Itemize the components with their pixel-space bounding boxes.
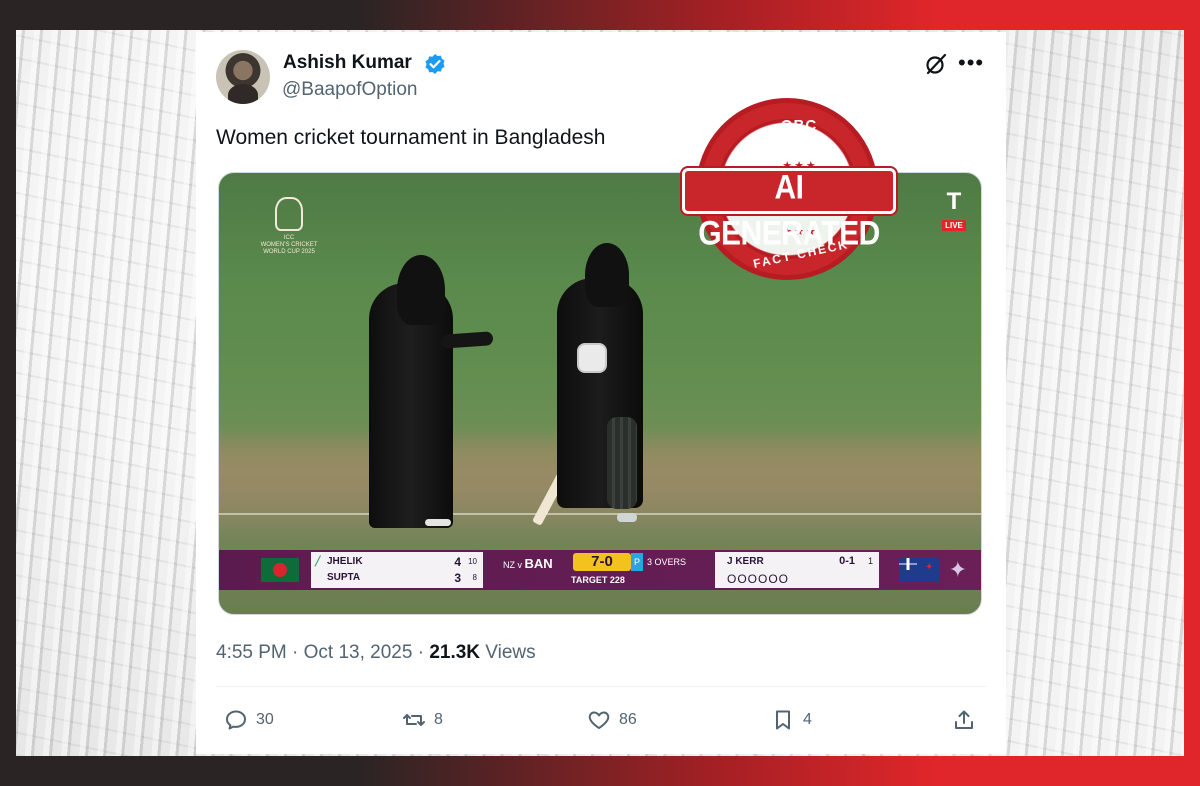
share-button[interactable]	[952, 706, 984, 734]
broadcaster-mark: T	[946, 188, 962, 215]
retweet-button[interactable]: 8	[402, 706, 443, 734]
author-handle[interactable]: @BaapofOption	[282, 79, 418, 101]
batter-row: ╱ JHELIK 4 10	[315, 554, 479, 570]
author-avatar[interactable]	[216, 50, 270, 104]
broadcaster-logo: T LIVE	[939, 189, 969, 233]
views-label: Views	[480, 642, 536, 663]
trophy-icon	[275, 197, 303, 231]
author-display-name[interactable]: Ashish Kumar	[283, 52, 412, 74]
reply-count: 30	[256, 711, 274, 728]
figure-left-shoe	[425, 519, 451, 526]
views-count: 21.3K	[429, 642, 481, 663]
tweet-text: Women cricket tournament in Bangladesh	[216, 126, 606, 149]
new-zealand-flag-icon	[899, 558, 939, 582]
target-label: TARGET 228	[571, 575, 625, 585]
batting-glove	[577, 343, 607, 373]
scorebar-batters: ╱ JHELIK 4 10 SUPTA 3 8	[311, 552, 483, 588]
overs-count: 3 OVERS	[647, 557, 687, 567]
world-cup-logo: ICC WOMEN'S CRICKET WORLD CUP 2025	[259, 197, 319, 267]
more-icon[interactable]: •••	[958, 50, 984, 76]
match-label-small: NZ v	[503, 560, 525, 570]
match-score: 7-0	[573, 553, 631, 571]
scorebar: ╱ JHELIK 4 10 SUPTA 3 8 NZ v BAN 7-0 P 3…	[219, 550, 981, 590]
bowler-figures: 0-1	[839, 555, 855, 567]
powerplay-badge: P	[631, 553, 643, 571]
bowler-name: J KERR	[727, 556, 764, 567]
bowler-overs: 1	[867, 556, 873, 566]
stamp-label: AI GENERATED	[698, 168, 880, 253]
bookmark-icon	[776, 710, 790, 730]
like-icon	[588, 711, 610, 729]
verified-badge-icon	[425, 54, 445, 74]
scorebar-match: NZ v BAN 7-0 P 3 OVERS TARGET 228	[491, 550, 711, 590]
bangladesh-flag-icon	[261, 558, 299, 582]
figure-right-shoe	[617, 513, 637, 522]
batter-row: SUPTA 3 8	[323, 570, 479, 586]
batter-balls: 10	[468, 557, 477, 566]
pitch-crease-line	[219, 513, 981, 515]
batter-runs: 3	[454, 571, 461, 585]
figure-right-head	[585, 243, 629, 307]
bookmark-button[interactable]: 4	[771, 706, 812, 734]
world-cup-logo-text: WOMEN'S CRICKET WORLD CUP 2025	[260, 242, 318, 255]
bookmark-count: 4	[803, 711, 812, 728]
share-icon	[955, 710, 973, 729]
retweet-icon	[403, 714, 425, 726]
balls-this-over: OOOOOO	[727, 572, 790, 586]
batter-balls: 8	[472, 573, 477, 582]
match-label-team: BAN	[524, 556, 553, 571]
batter-name: JHELIK	[327, 556, 363, 567]
like-button[interactable]: 86	[587, 706, 637, 734]
tweet-timestamp[interactable]: 4:55 PM · Oct 13, 2025 ·	[216, 642, 429, 663]
leg-pad	[607, 417, 637, 509]
divider	[216, 686, 986, 687]
grok-icon[interactable]	[924, 52, 948, 76]
like-count: 86	[619, 711, 637, 728]
retweet-count: 8	[434, 711, 443, 728]
figure-left-head	[397, 255, 445, 325]
scorebar-bowler: J KERR 0-1 1 OOOOOO	[715, 552, 879, 588]
batter-name: SUPTA	[327, 572, 361, 583]
on-strike-icon: ╱	[315, 556, 321, 566]
batter-runs: 4	[454, 555, 461, 569]
stamp-brand: OBC	[780, 117, 818, 134]
reply-button[interactable]: 30	[224, 706, 274, 734]
tweet-card: Ashish Kumar @BaapofOption ••• Women cri…	[196, 32, 1006, 754]
match-label: NZ v BAN	[503, 556, 553, 571]
figure-left-arm	[440, 331, 494, 349]
stamp-banner: AI GENERATED	[682, 168, 896, 252]
tweet-meta: 4:55 PM · Oct 13, 2025 · 21.3K Views	[216, 642, 536, 664]
ai-generated-stamp: OBC ★★★ ★★★ FACT CHECK AI GENERATED	[682, 98, 896, 294]
world-cup-logo-top: ICC	[283, 235, 295, 241]
live-badge: LIVE	[942, 220, 966, 231]
reply-icon	[226, 710, 246, 730]
sparkle-icon: ✦	[948, 557, 967, 582]
